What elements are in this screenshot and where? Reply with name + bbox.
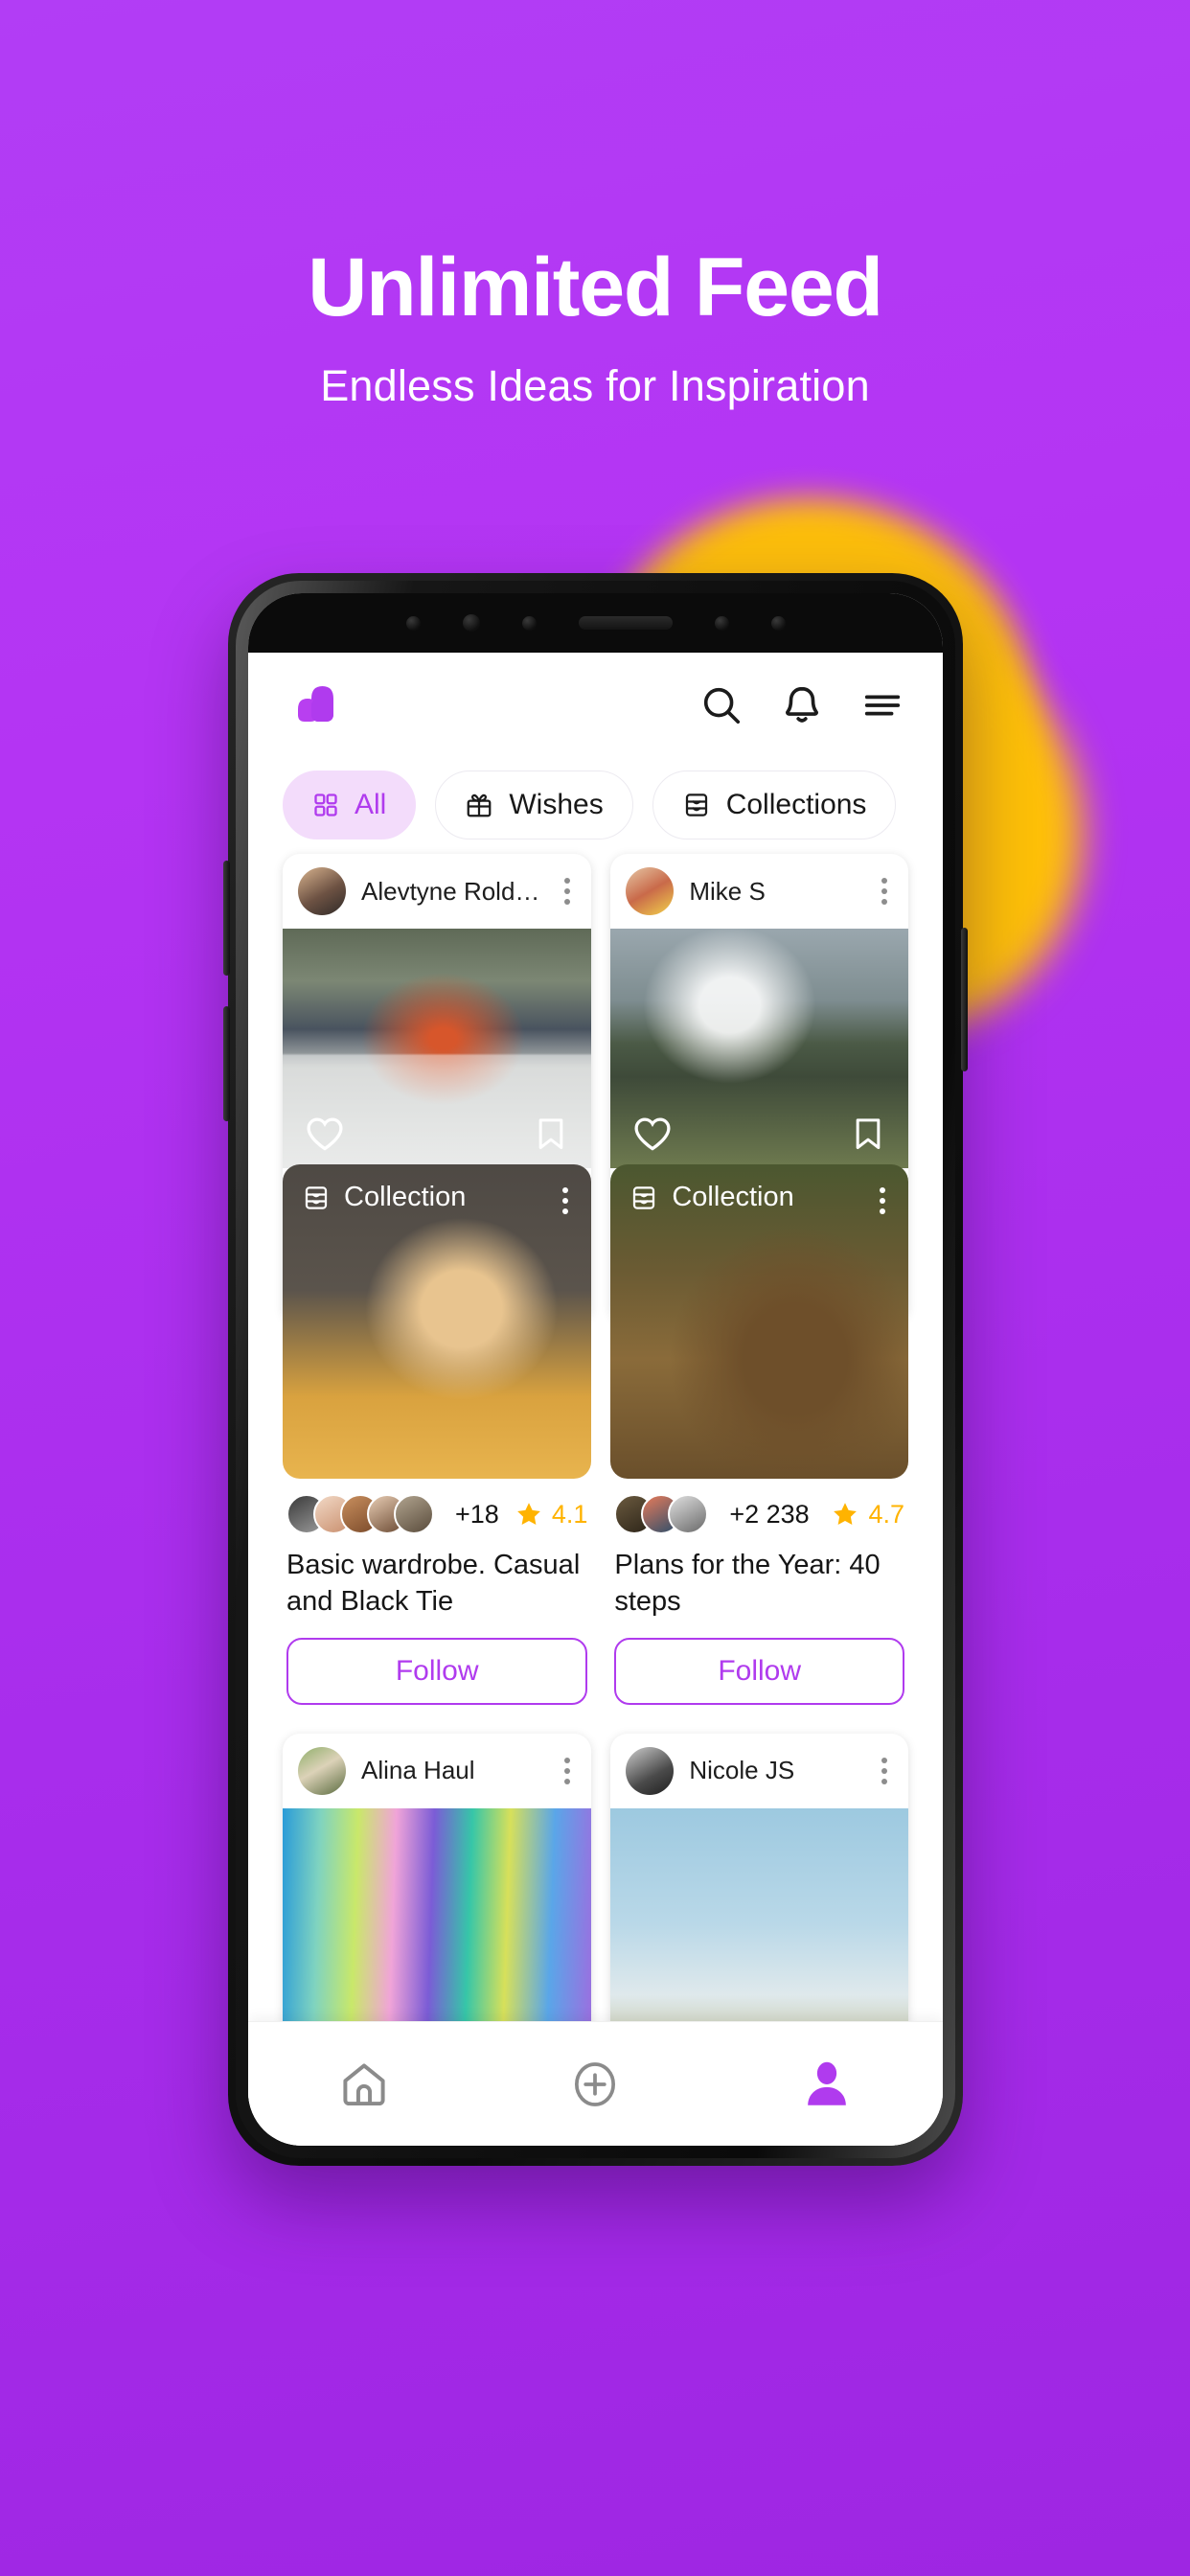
avatar-stack[interactable]	[614, 1494, 709, 1535]
volume-down-button[interactable]	[223, 1006, 230, 1121]
card-photo[interactable]	[610, 929, 908, 1168]
rating-value: 4.1	[551, 1499, 588, 1529]
card-more-button[interactable]	[557, 872, 578, 910]
chip-wishes[interactable]: Wishes	[435, 770, 633, 840]
collection-stats-row: +18 4.1	[283, 1479, 591, 1536]
card-photo[interactable]	[283, 1807, 592, 2021]
avatar[interactable]	[298, 867, 346, 915]
app-header	[248, 653, 943, 758]
chip-label: Collections	[725, 789, 867, 820]
avatar[interactable]	[626, 867, 675, 915]
follower-count: +18	[455, 1499, 499, 1529]
phone-screen: All Wishes Collections Alevtyne Rolds...…	[248, 593, 943, 2146]
collection-more-button[interactable]	[555, 1182, 576, 1220]
card-header: Mike S	[610, 854, 908, 929]
collection-photo[interactable]: Collection	[610, 1164, 908, 1480]
camera-dot	[462, 614, 480, 632]
power-button[interactable]	[961, 928, 968, 1071]
archive-icon	[633, 1186, 655, 1209]
sensor-dot	[521, 615, 537, 631]
chip-label: Wishes	[509, 789, 604, 820]
nav-profile[interactable]	[796, 2054, 858, 2115]
card-username: Alevtyne Rolds...	[361, 876, 542, 906]
add-icon	[575, 2061, 616, 2106]
collection-more-button[interactable]	[872, 1182, 893, 1220]
collection-badge-label: Collection	[344, 1182, 467, 1213]
follow-button[interactable]: Follow	[286, 1637, 588, 1705]
card-more-button[interactable]	[874, 872, 895, 910]
grid-icon	[314, 794, 337, 816]
card-more-button[interactable]	[557, 1752, 578, 1790]
bottom-nav	[248, 2021, 943, 2146]
card-photo[interactable]	[283, 929, 592, 1168]
star-icon	[516, 1503, 540, 1526]
chip-all[interactable]: All	[283, 770, 417, 840]
search-icon[interactable]	[699, 683, 744, 727]
feed-grid[interactable]: Alevtyne Rolds... Mike S Collection +18 …	[248, 846, 943, 2021]
avatar-stack[interactable]	[286, 1494, 434, 1535]
card-more-button[interactable]	[874, 1752, 895, 1790]
volume-up-button[interactable]	[223, 861, 230, 976]
promo-text-block: Unlimited Feed Endless Ideas for Inspira…	[0, 244, 1190, 411]
card-username: Mike S	[689, 876, 766, 906]
feed-card[interactable]: Nicole JS	[610, 1733, 908, 2021]
promo-subheadline: Endless Ideas for Inspiration	[320, 361, 870, 411]
collection-title: Basic wardrobe. Casual and Black Tie	[286, 1550, 581, 1617]
menu-icon[interactable]	[860, 683, 904, 727]
bookmark-icon[interactable]	[532, 1113, 570, 1155]
card-username: Alina Haul	[361, 1756, 475, 1785]
feed-card[interactable]: Alina Haul	[283, 1733, 592, 2021]
avatar[interactable]	[626, 1746, 675, 1795]
chip-label: All	[355, 789, 387, 820]
filter-chip-row: All Wishes Collections	[248, 758, 943, 846]
home-icon	[343, 2062, 385, 2105]
card-header: Alevtyne Rolds...	[283, 854, 591, 929]
collection-card[interactable]: Collection +2 238 4.7 Plans for the Year…	[610, 1164, 908, 1710]
follow-button[interactable]: Follow	[614, 1637, 904, 1705]
card-photo[interactable]	[610, 1807, 908, 2021]
card-header: Nicole JS	[610, 1734, 908, 1808]
collection-title: Plans for the Year: 40 steps	[614, 1550, 881, 1617]
collection-badge: Collection	[302, 1182, 466, 1213]
collection-badge: Collection	[629, 1182, 794, 1213]
collection-stats-row: +2 238 4.7	[610, 1479, 908, 1536]
rating-group: 4.1	[515, 1499, 588, 1530]
stack-avatar	[394, 1494, 434, 1535]
bookmark-icon[interactable]	[849, 1113, 887, 1155]
nav-home[interactable]	[333, 2054, 395, 2115]
follower-count: +2 238	[729, 1499, 810, 1529]
header-icon-group	[699, 683, 904, 727]
rating-value: 4.7	[868, 1499, 904, 1529]
card-username: Nicole JS	[689, 1756, 795, 1785]
nav-add[interactable]	[564, 2054, 626, 2115]
gift-icon	[467, 794, 492, 817]
card-photo-actions	[283, 1113, 591, 1155]
profile-icon	[808, 2061, 846, 2105]
sensor-dot	[405, 615, 421, 631]
cloud-heart-logo[interactable]	[290, 678, 361, 733]
archive-icon	[685, 794, 707, 816]
card-photo-actions	[610, 1113, 908, 1155]
rating-group: 4.7	[831, 1500, 904, 1530]
card-header: Alina Haul	[283, 1734, 591, 1808]
heart-icon[interactable]	[304, 1113, 346, 1155]
stack-avatar	[668, 1494, 709, 1535]
sensor-dot	[714, 615, 729, 631]
bell-icon[interactable]	[780, 683, 824, 727]
avatar[interactable]	[298, 1746, 346, 1795]
collection-photo[interactable]: Collection	[283, 1164, 592, 1480]
phone-mockup: All Wishes Collections Alevtyne Rolds...…	[223, 573, 968, 2166]
status-notch-bar	[248, 593, 943, 653]
heart-icon[interactable]	[631, 1113, 674, 1155]
collection-badge-label: Collection	[672, 1182, 794, 1213]
app-root: All Wishes Collections Alevtyne Rolds...…	[248, 653, 943, 2146]
archive-icon	[305, 1186, 328, 1209]
collection-card[interactable]: Collection +18 4.1 Basic wardrobe. Casua…	[283, 1164, 592, 1710]
promo-headline: Unlimited Feed	[308, 242, 883, 334]
sensor-dot	[770, 615, 786, 631]
chip-collections[interactable]: Collections	[652, 770, 897, 840]
star-icon	[834, 1503, 858, 1526]
earpiece-speaker	[578, 616, 673, 630]
